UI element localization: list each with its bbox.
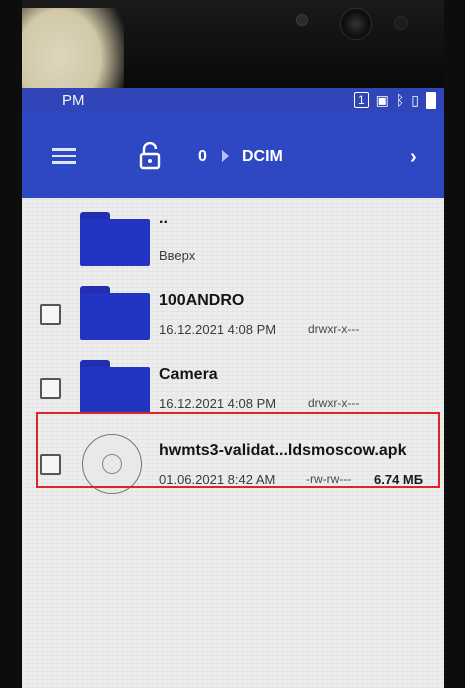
app-toolbar: 0 DCIM ›	[22, 114, 444, 198]
file-date: 16.12.2021 4:08 PM	[159, 396, 277, 411]
front-camera-icon	[340, 8, 372, 40]
select-checkbox[interactable]	[40, 378, 61, 399]
select-checkbox[interactable]	[40, 304, 61, 325]
screenshot-icon: ▣	[375, 92, 389, 108]
unlock-icon[interactable]	[138, 142, 162, 170]
file-list: .. Вверх 100ANDRO 16.12.2021 4:08 PM drw…	[22, 198, 444, 688]
proximity-sensor-icon	[394, 16, 408, 30]
sim-card-icon: 1	[353, 92, 369, 108]
status-bar: PM 1 ▣ ᛒ ▯	[22, 88, 444, 114]
hamburger-menu-icon[interactable]	[52, 148, 76, 164]
status-icons: 1 ▣ ᛒ ▯	[353, 91, 436, 109]
list-item-folder[interactable]: 100ANDRO 16.12.2021 4:08 PM drwxr-x---	[22, 276, 444, 350]
file-name: 100ANDRO	[159, 292, 245, 309]
list-item-parent-folder[interactable]: .. Вверх	[22, 202, 444, 276]
file-permissions: drwxr-x---	[308, 396, 360, 410]
breadcrumb-root[interactable]: 0	[198, 148, 207, 166]
bluetooth-icon: ᛒ	[395, 92, 405, 108]
file-name: ..	[159, 210, 168, 227]
left-bezel	[0, 0, 22, 688]
folder-icon	[80, 212, 150, 266]
file-subtitle: Вверх	[159, 248, 196, 263]
status-time: PM	[62, 92, 85, 109]
earpiece-icon	[296, 14, 308, 26]
file-date: 01.06.2021 8:42 AM	[159, 472, 276, 487]
folder-icon	[80, 360, 150, 414]
file-name: hwmts3-validat...ldsmoscow.apk	[159, 442, 407, 459]
select-checkbox[interactable]	[40, 454, 61, 475]
apk-file-icon	[82, 434, 142, 494]
breadcrumb-current-folder[interactable]: DCIM	[242, 148, 283, 166]
file-date: 16.12.2021 4:08 PM	[159, 322, 277, 337]
list-item-apk-file[interactable]: hwmts3-validat...ldsmoscow.apk 01.06.202…	[22, 426, 444, 500]
list-item-folder[interactable]: Camera 16.12.2021 4:08 PM drwxr-x---	[22, 350, 444, 424]
chevron-right-icon[interactable]: ›	[410, 146, 417, 169]
phone-screen: PM 1 ▣ ᛒ ▯ 0 DCIM › .. Вверх 100ANDRO 16…	[22, 88, 444, 688]
folder-icon	[80, 286, 150, 340]
file-size: 6.74 МБ	[374, 472, 424, 487]
right-bezel	[444, 0, 465, 688]
file-permissions: drwxr-x---	[308, 322, 360, 336]
file-name: Camera	[159, 366, 218, 383]
breadcrumb-separator-icon	[222, 150, 229, 162]
vibrate-icon: ▯	[411, 92, 419, 108]
battery-icon	[426, 91, 436, 109]
file-permissions: -rw-rw---	[306, 472, 352, 486]
